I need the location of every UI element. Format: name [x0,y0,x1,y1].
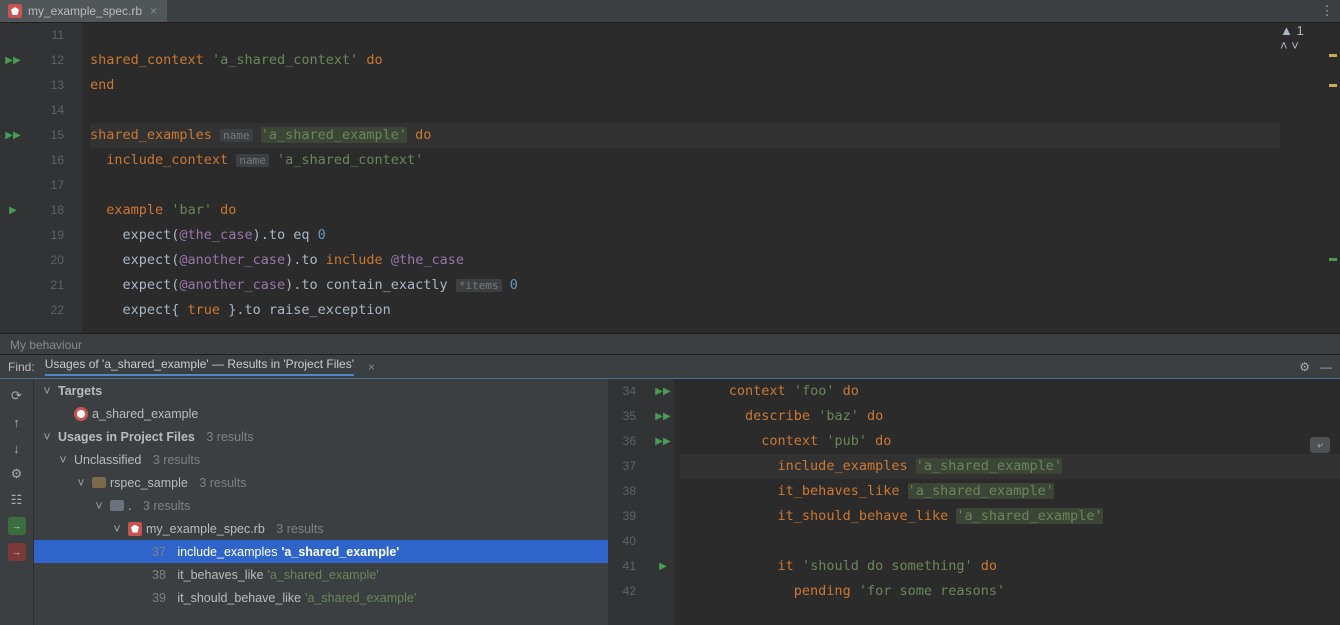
code-line[interactable]: include_context name 'a_shared_context' [90,148,1280,173]
line-number-gutter: 111213141516171819202122 [26,23,82,333]
preview-line[interactable]: it_behaves_like 'a_shared_example' [680,479,1340,504]
code-line[interactable]: expect(@another_case).to include @the_ca… [90,248,1280,273]
inspection-gutter: ▲ 1 ˄ ˅ [1280,23,1340,333]
code-line[interactable] [90,173,1280,198]
editor-tabbar: my_example_spec.rb × ⋮ [0,0,1340,23]
tree-usages-node[interactable]: ˅Usages in Project Files 3 results [34,425,608,448]
preview-line[interactable] [680,529,1340,554]
code-area[interactable]: shared_context 'a_shared_context' doend s… [82,23,1280,333]
preview-line[interactable]: include_examples 'a_shared_example' [680,454,1340,479]
prev-highlight-icon[interactable]: ˄ [1280,38,1288,53]
code-line[interactable]: expect{ true }.to raise_exception [90,298,1280,323]
find-title[interactable]: Usages of 'a_shared_example' — Results i… [45,357,354,376]
find-label: Find: [8,360,35,374]
find-header: Find: Usages of 'a_shared_example' — Res… [0,355,1340,379]
code-line[interactable] [90,98,1280,123]
next-usage-icon[interactable]: ↓ [8,439,26,457]
usage-preview: 343536373839404142 ▶▶▶▶▶▶▶ context 'foo'… [608,379,1340,625]
project-folder-icon [92,477,106,488]
tree-target-item[interactable]: a_shared_example [34,402,608,425]
preview-line[interactable]: it 'should do something' do [680,554,1340,579]
find-usages-panel: Find: Usages of 'a_shared_example' — Res… [0,355,1340,625]
warning-badge[interactable]: ▲ 1 [1280,23,1340,38]
run-gutter: ▶▶▶▶▶ [0,23,26,333]
usage-settings-icon[interactable]: ⚙ [8,465,26,483]
code-line[interactable]: example 'bar' do [90,198,1280,223]
preview-line[interactable]: context 'foo' do [680,379,1340,404]
tree-targets-node[interactable]: ˅Targets [34,379,608,402]
rerun-icon[interactable]: ⟳ [8,387,26,405]
editor-tab[interactable]: my_example_spec.rb × [0,0,167,22]
preview-line[interactable]: it_should_behave_like 'a_shared_example' [680,504,1340,529]
ruby-file-icon [8,4,22,18]
group-by-icon[interactable]: ☷ [8,491,26,509]
target-icon [74,407,88,421]
preview-code[interactable]: context 'foo' do describe 'baz' do conte… [674,379,1340,625]
editor: ▶▶▶▶▶ 111213141516171819202122 shared_co… [0,23,1340,333]
folder-icon [110,500,124,511]
code-line[interactable]: expect(@another_case).to contain_exactly… [90,273,1280,298]
preview-line[interactable]: context 'pub' do [680,429,1340,454]
code-line[interactable]: shared_context 'a_shared_context' do [90,48,1280,73]
code-line[interactable]: expect(@the_case).to eq 0 [90,223,1280,248]
code-line[interactable] [90,23,1280,48]
find-settings-icon[interactable]: ⚙ [1299,360,1310,374]
close-find-tab-icon[interactable]: × [364,360,379,374]
code-line[interactable]: shared_examples name 'a_shared_example' … [90,123,1280,148]
usage-hit[interactable]: 39 it_should_behave_like 'a_shared_examp… [34,586,608,609]
tab-filename: my_example_spec.rb [28,4,142,18]
tree-unclassified-node[interactable]: ˅Unclassified 3 results [34,448,608,471]
usage-hit[interactable]: 37 include_examples 'a_shared_example' [34,540,608,563]
find-minimize-icon[interactable]: — [1320,360,1332,374]
usage-hit[interactable]: 38 it_behaves_like 'a_shared_example' [34,563,608,586]
include-icon[interactable]: → [8,517,26,535]
find-toolbar: ⟳ ↑ ↓ ⚙ ☷ → → [0,379,34,625]
exclude-icon[interactable]: → [8,543,26,561]
tree-dir-node[interactable]: ˅ . 3 results [34,494,608,517]
soft-wrap-icon[interactable]: ⤶ [1310,437,1330,453]
tree-file-node[interactable]: ˅ my_example_spec.rb 3 results [34,517,608,540]
preview-line[interactable]: pending 'for some reasons' [680,579,1340,604]
preview-line[interactable]: describe 'baz' do [680,404,1340,429]
breadcrumb[interactable]: My behaviour [0,333,1340,355]
close-tab-icon[interactable]: × [148,4,159,18]
tab-menu-icon[interactable]: ⋮ [1314,0,1340,22]
code-line[interactable]: end [90,73,1280,98]
ruby-file-icon [128,522,142,536]
next-highlight-icon[interactable]: ˅ [1291,38,1299,53]
prev-usage-icon[interactable]: ↑ [8,413,26,431]
tree-project-node[interactable]: ˅ rspec_sample 3 results [34,471,608,494]
find-results-tree[interactable]: ˅Targets a_shared_example ˅Usages in Pro… [34,379,608,625]
